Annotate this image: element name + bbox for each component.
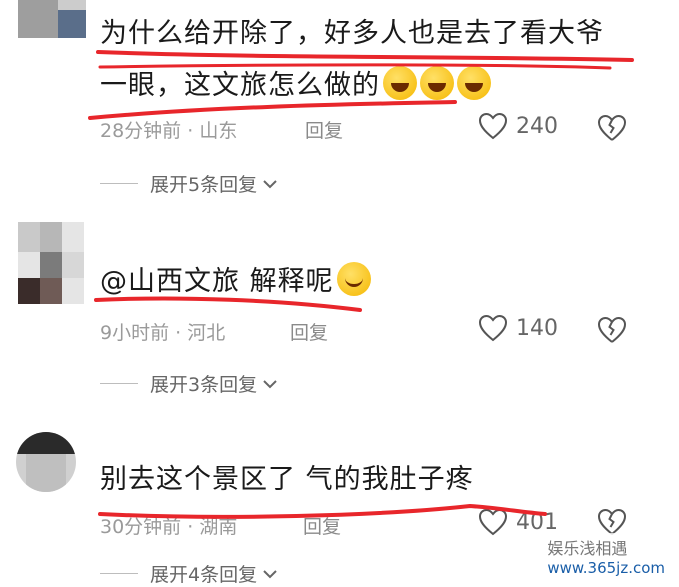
- watermark-brand: 娱乐浅相遇: [547, 539, 628, 558]
- separator: ·: [175, 322, 182, 344]
- comment-text-line2: 一眼，这文旅怎么做的: [100, 60, 604, 112]
- comment-meta: 28分钟前 · 山东: [100, 116, 237, 143]
- avatar[interactable]: [18, 222, 84, 304]
- watermark-site: www.365jz.com: [547, 559, 665, 577]
- reply-button[interactable]: 回复: [303, 512, 341, 539]
- like-button[interactable]: 240: [478, 112, 558, 140]
- like-count: 240: [516, 113, 558, 139]
- emoji-laugh-icon: [457, 66, 491, 100]
- comment-location: 湖南: [199, 516, 238, 538]
- like-count: 401: [516, 509, 558, 535]
- expand-replies-button[interactable]: 展开5条回复: [100, 170, 279, 197]
- comment-text: 别去这个景区了 气的我肚子疼: [100, 454, 474, 506]
- divider: [100, 383, 138, 384]
- heart-icon: [478, 508, 508, 536]
- like-count: 140: [516, 315, 558, 341]
- comment-meta: 9小时前 · 河北: [100, 318, 225, 345]
- comment-time: 28分钟前: [100, 120, 182, 142]
- like-button[interactable]: 140: [478, 314, 558, 342]
- broken-heart-icon: [597, 114, 627, 141]
- heart-icon: [478, 314, 508, 342]
- chevron-down-icon: [263, 179, 277, 188]
- dislike-button[interactable]: [597, 114, 627, 146]
- dislike-button[interactable]: [597, 316, 627, 348]
- chevron-down-icon: [263, 379, 277, 388]
- comment-location: 河北: [187, 322, 226, 344]
- emoji-laugh-icon: [420, 66, 454, 100]
- comment-text-line1: 别去这个景区了 气的我肚子疼: [100, 464, 474, 495]
- divider: [100, 573, 138, 574]
- reply-button[interactable]: 回复: [290, 318, 328, 345]
- expand-replies-label: 展开5条回复: [150, 174, 258, 196]
- comment-meta: 30分钟前 · 湖南: [100, 512, 237, 539]
- broken-heart-icon: [597, 316, 627, 343]
- broken-heart-icon: [597, 508, 627, 535]
- separator: ·: [187, 120, 194, 142]
- separator: ·: [187, 516, 194, 538]
- heart-icon: [478, 112, 508, 140]
- expand-replies-label: 展开3条回复: [150, 374, 258, 396]
- comment-time: 30分钟前: [100, 516, 182, 538]
- divider: [100, 183, 138, 184]
- avatar[interactable]: [16, 432, 76, 492]
- emoji-smile-icon: [336, 262, 371, 296]
- like-button[interactable]: 401: [478, 508, 558, 536]
- reply-button[interactable]: 回复: [305, 116, 343, 143]
- emoji-laugh-icon: [383, 66, 417, 100]
- avatar[interactable]: [18, 0, 86, 38]
- comment-text-line1: 为什么给开除了，好多人也是去了看大爷: [100, 18, 604, 49]
- expand-replies-button[interactable]: 展开3条回复: [100, 370, 279, 397]
- chevron-down-icon: [263, 569, 277, 578]
- comment-text: 为什么给开除了，好多人也是去了看大爷 一眼，这文旅怎么做的: [100, 8, 604, 112]
- comment-time: 9小时前: [100, 322, 170, 344]
- comment-location: 山东: [199, 120, 238, 142]
- watermark: 娱乐浅相遇 www.365jz.com: [541, 533, 671, 579]
- comment-text: @山西文旅 解释呢: [100, 256, 371, 308]
- comment-text-line1: @山西文旅 解释呢: [100, 266, 334, 297]
